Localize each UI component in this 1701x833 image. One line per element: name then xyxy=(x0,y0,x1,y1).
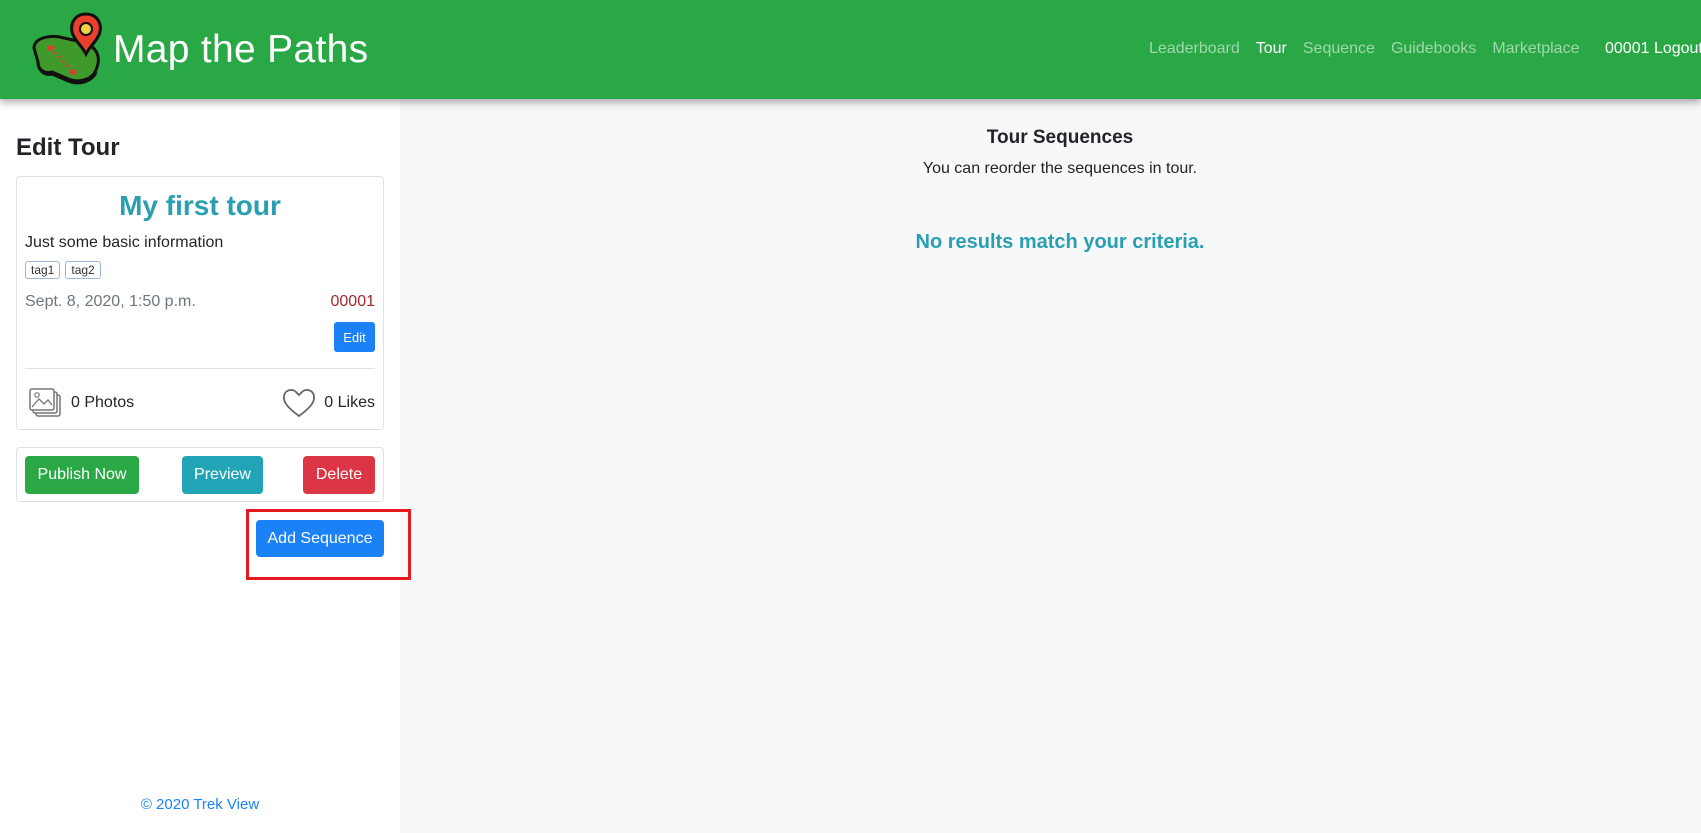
nav-link-tour[interactable]: Tour xyxy=(1256,40,1287,58)
user-logout-link[interactable]: 00001 Logout xyxy=(1605,40,1701,58)
sequences-title: Tour Sequences xyxy=(986,127,1134,148)
tour-owner-id: 00001 xyxy=(330,293,376,310)
delete-button[interactable]: Delete xyxy=(303,456,375,494)
photos-count: 0 Photos xyxy=(71,394,135,411)
nav-link-leaderboard[interactable]: Leaderboard xyxy=(1149,40,1240,58)
top-navbar: Map the Paths Leaderboard Tour Sequence … xyxy=(0,0,1701,99)
add-sequence-button[interactable]: Add Sequence xyxy=(256,520,384,557)
photos-icon xyxy=(29,388,61,417)
tour-card: My first tour Just some basic informatio… xyxy=(16,176,384,430)
tour-name: My first tour xyxy=(119,190,281,221)
edit-button[interactable]: Edit xyxy=(334,322,375,352)
nav-link-marketplace[interactable]: Marketplace xyxy=(1492,40,1579,58)
tour-actions: Publish Now Preview Delete xyxy=(16,447,384,502)
heart-icon[interactable] xyxy=(282,387,316,419)
tag-badge: tag1 xyxy=(25,261,61,279)
tag-list: tag1 tag2 xyxy=(25,261,106,279)
tag-badge: tag2 xyxy=(65,261,101,279)
photos-stat: 0 Photos xyxy=(29,387,134,419)
nav-link-sequence[interactable]: Sequence xyxy=(1303,40,1375,58)
brand[interactable]: Map the Paths xyxy=(30,12,368,88)
divider xyxy=(25,368,375,369)
preview-button[interactable]: Preview xyxy=(182,456,263,494)
tour-description: Just some basic information xyxy=(25,234,224,251)
sidebar: Edit Tour My first tour Just some basic … xyxy=(0,99,411,833)
footer-copyright[interactable]: © 2020 Trek View xyxy=(0,796,400,813)
map-pin-boot-icon xyxy=(32,12,102,85)
sequences-subtitle: You can reorder the sequences in tour. xyxy=(922,160,1198,177)
tour-date: Sept. 8, 2020, 1:50 p.m. xyxy=(25,293,196,310)
publish-now-button[interactable]: Publish Now xyxy=(25,456,139,494)
nav-link-guidebooks[interactable]: Guidebooks xyxy=(1391,40,1476,58)
likes-stat: 0 Likes xyxy=(282,387,375,419)
page-title: Edit Tour xyxy=(16,134,120,161)
brand-name[interactable]: Map the Paths xyxy=(113,28,368,72)
main-nav: Leaderboard Tour Sequence Guidebooks Mar… xyxy=(1149,40,1595,58)
likes-count: 0 Likes xyxy=(324,394,375,411)
empty-results-message: No results match your criteria. xyxy=(915,231,1205,253)
